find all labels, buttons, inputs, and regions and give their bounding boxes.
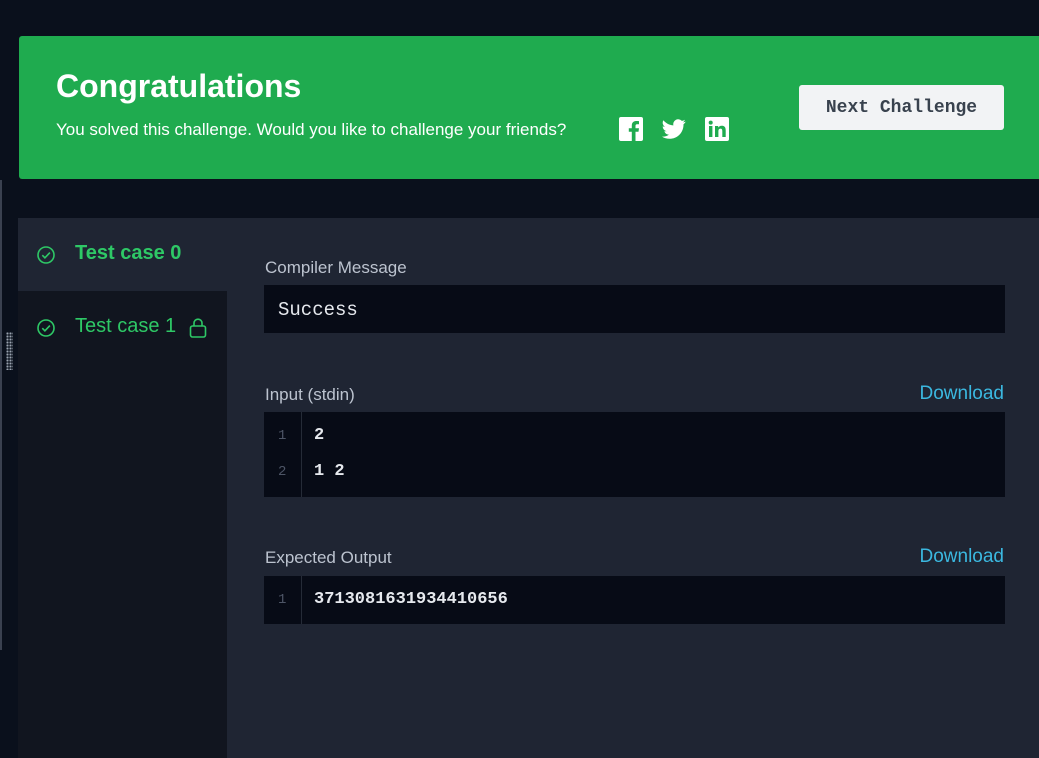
left-edge-border [0, 180, 2, 650]
tab-label: Test case 0 [75, 242, 182, 264]
lock-icon [188, 317, 208, 339]
facebook-icon[interactable] [619, 117, 643, 141]
code-line: 2 1 2 [264, 454, 1005, 490]
banner-title: Congratulations [56, 68, 302, 104]
line-number: 1 [278, 592, 287, 608]
compiler-message-label: Compiler Message [265, 258, 407, 277]
input-code-box: 1 2 2 1 2 [264, 412, 1005, 497]
check-circle-icon [36, 245, 56, 265]
compiler-message-text: Success [278, 299, 358, 321]
twitter-icon[interactable] [662, 117, 686, 141]
line-number: 2 [278, 464, 287, 480]
check-circle-icon [36, 318, 56, 338]
tab-label: Test case 1 [75, 315, 177, 337]
linkedin-icon[interactable] [705, 117, 729, 141]
success-banner: Congratulations You solved this challeng… [19, 36, 1039, 179]
expected-output-download-link[interactable]: Download [920, 546, 1005, 568]
line-text: 3713081631934410656 [314, 590, 508, 609]
line-text: 1 2 [314, 462, 345, 481]
tab-test-case-1[interactable]: Test case 1 [18, 291, 227, 364]
test-case-tabs: Test case 0 Test case 1 [18, 218, 227, 758]
code-line: 1 3713081631934410656 [264, 582, 1005, 618]
line-number: 1 [278, 428, 287, 444]
test-results-panel: Test case 0 Test case 1 Compiler Message… [18, 218, 1039, 758]
input-label: Input (stdin) [265, 385, 355, 404]
expected-output-label: Expected Output [265, 548, 392, 567]
input-download-link[interactable]: Download [920, 383, 1005, 405]
resize-grip-handle[interactable] [6, 332, 13, 370]
line-text: 2 [314, 426, 325, 445]
banner-subtitle: You solved this challenge. Would you lik… [56, 120, 567, 139]
code-line: 1 2 [264, 418, 1005, 454]
tab-test-case-0[interactable]: Test case 0 [18, 218, 227, 291]
expected-output-code-box: 1 3713081631934410656 [264, 576, 1005, 624]
next-challenge-button[interactable]: Next Challenge [799, 85, 1004, 130]
compiler-message-box: Success [264, 285, 1005, 333]
